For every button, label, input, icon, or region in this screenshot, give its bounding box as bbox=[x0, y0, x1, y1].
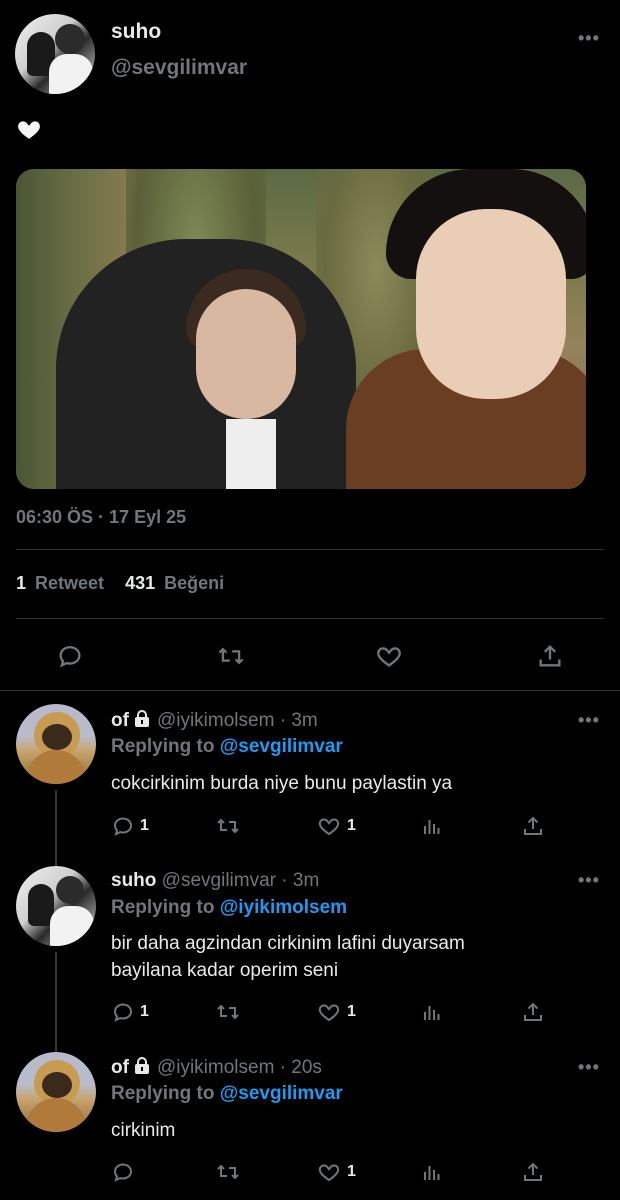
retweet-stat[interactable]: 1 Retweet bbox=[16, 573, 109, 593]
author-avatar[interactable] bbox=[15, 14, 95, 94]
like-button[interactable]: 1 bbox=[316, 814, 356, 838]
analytics-button[interactable] bbox=[420, 814, 444, 838]
author-name[interactable]: suho bbox=[111, 20, 161, 44]
reply-icon bbox=[113, 1003, 133, 1022]
tweet-timestamp[interactable]: 06:30 ÖS · 17 Eyl 25 bbox=[16, 507, 186, 528]
replying-to: Replying to @sevgilimvar bbox=[111, 1083, 343, 1104]
thread-line bbox=[55, 790, 57, 866]
divider bbox=[16, 618, 604, 619]
reply-author[interactable]: suho @sevgilimvar · 3m bbox=[111, 870, 319, 892]
divider bbox=[0, 690, 620, 691]
retweet-button[interactable] bbox=[215, 1000, 241, 1024]
analytics-icon bbox=[424, 1166, 440, 1180]
retweet-icon bbox=[217, 1164, 239, 1180]
share-icon bbox=[524, 1162, 542, 1181]
thread-line bbox=[55, 952, 57, 1052]
like-button[interactable] bbox=[374, 642, 404, 670]
lock-icon bbox=[134, 1057, 149, 1074]
tweet-stats: 1 Retweet 431 Beğeni bbox=[16, 573, 224, 594]
like-button[interactable]: 1 bbox=[316, 1000, 356, 1024]
heart-icon bbox=[318, 1164, 340, 1182]
reply-author[interactable]: of @iyikimolsem · 3m bbox=[111, 710, 318, 732]
analytics-button[interactable] bbox=[420, 1160, 444, 1184]
analytics-button[interactable] bbox=[420, 1000, 444, 1024]
share-icon bbox=[524, 816, 542, 835]
reply-avatar[interactable] bbox=[16, 704, 96, 784]
heart-icon bbox=[318, 1004, 340, 1022]
retweet-icon bbox=[218, 647, 244, 665]
reply-button[interactable] bbox=[56, 642, 84, 670]
share-button[interactable] bbox=[521, 1160, 545, 1184]
like-button[interactable]: 1 bbox=[316, 1160, 356, 1184]
replying-to: Replying to @sevgilimvar bbox=[111, 736, 343, 757]
reply-avatar[interactable] bbox=[16, 1052, 96, 1132]
reply-avatar[interactable] bbox=[16, 866, 96, 946]
author-handle[interactable]: @sevgilimvar bbox=[111, 56, 247, 80]
share-icon bbox=[524, 1002, 542, 1021]
more-icon[interactable]: ••• bbox=[578, 28, 600, 49]
more-icon[interactable]: ••• bbox=[578, 1057, 600, 1078]
more-icon[interactable]: ••• bbox=[578, 870, 600, 891]
heart-icon bbox=[377, 647, 401, 667]
retweet-button[interactable] bbox=[215, 814, 241, 838]
reply-text: bir daha agzindan cirkinim lafini duyars… bbox=[111, 933, 465, 981]
reply-button[interactable]: 1 bbox=[111, 814, 149, 838]
reply-text: cokcirkinim burda niye bunu paylastin ya bbox=[111, 773, 453, 794]
reply-author[interactable]: of @iyikimolsem · 20s bbox=[111, 1057, 322, 1079]
share-button[interactable] bbox=[521, 1000, 545, 1024]
reply-icon bbox=[59, 646, 81, 668]
share-button[interactable] bbox=[521, 814, 545, 838]
tweet-photo[interactable] bbox=[16, 169, 586, 489]
analytics-icon bbox=[424, 1006, 440, 1020]
lock-icon bbox=[134, 710, 149, 727]
white-heart-icon bbox=[18, 121, 40, 139]
reply-icon bbox=[113, 817, 133, 836]
divider bbox=[16, 549, 604, 550]
main-tweet-header: suho @sevgilimvar ••• bbox=[0, 0, 620, 110]
retweet-button[interactable] bbox=[215, 1160, 241, 1184]
replying-to: Replying to @iyikimolsem bbox=[111, 897, 348, 918]
reply-button[interactable]: 1 bbox=[111, 1000, 149, 1024]
retweet-icon bbox=[217, 1004, 239, 1020]
like-stat[interactable]: 431 Beğeni bbox=[125, 573, 224, 593]
reply-button[interactable] bbox=[111, 1160, 135, 1184]
reply-icon bbox=[113, 1163, 133, 1182]
retweet-button[interactable] bbox=[216, 642, 246, 670]
share-button[interactable] bbox=[536, 642, 564, 670]
retweet-icon bbox=[217, 818, 239, 834]
analytics-icon bbox=[424, 820, 440, 834]
reply-text: cirkinim bbox=[111, 1120, 176, 1141]
heart-icon bbox=[318, 818, 340, 836]
share-icon bbox=[539, 645, 561, 667]
more-icon[interactable]: ••• bbox=[578, 710, 600, 731]
